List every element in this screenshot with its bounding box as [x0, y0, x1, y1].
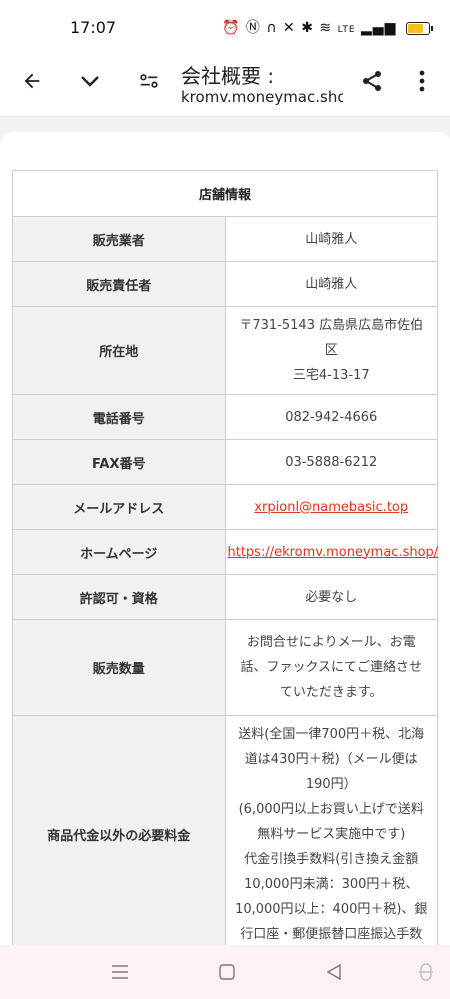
page-content: 店舗情報 販売業者 山崎雅人 販売責任者 山崎雅人 所在地 〒731-5143 …	[0, 117, 450, 945]
row-label: メールアドレス	[12, 484, 226, 530]
row-label: 販売責任者	[12, 261, 226, 307]
row-label: FAX番号	[12, 439, 226, 485]
email-cell: xrpionl@namebasic.top	[224, 484, 438, 530]
row-label: 電話番号	[12, 394, 226, 440]
row-label: 所在地	[12, 306, 226, 395]
row-value: お問合せによりメール、お電 話、ファックスにてご連絡させ ていただきます。	[224, 619, 438, 716]
status-icons: ⏰ Ⓝ ∩ ✕ ✱ ≋ LTE ▂▄▆	[222, 17, 433, 37]
row-value: 山崎雅人	[224, 216, 438, 262]
recents-icon[interactable]	[107, 959, 133, 985]
chevron-down-icon[interactable]	[73, 64, 107, 98]
table-row: ホームページ https://ekromv.moneymac.shop/	[12, 529, 439, 575]
row-value: 082-942-4666	[224, 394, 438, 440]
row-label: 許認可・資格	[12, 574, 226, 620]
more-options-icon[interactable]	[405, 64, 439, 98]
homepage-cell: https://ekromv.moneymac.shop/	[224, 529, 439, 575]
email-link[interactable]: xrpionl@namebasic.top	[254, 500, 408, 515]
table-row: 販売数量 お問合せによりメール、お電 話、ファックスにてご連絡させ ていただきま…	[12, 619, 438, 716]
table-row: 所在地 〒731-5143 広島県広島市佐伯区 三宅4-13-17	[12, 306, 438, 395]
table-row: FAX番号 03-5888-6212	[12, 439, 438, 485]
system-nav-bar	[0, 945, 450, 999]
status-time: 17:07	[70, 18, 117, 37]
wifi-icon: ≋	[319, 20, 333, 36]
status-bar: 17:07 ⏰ Ⓝ ∩ ✕ ✱ ≋ LTE ▂▄▆	[0, 0, 450, 50]
row-label: ホームページ	[12, 529, 226, 575]
table-row: 許認可・資格 必要なし	[12, 574, 438, 620]
table-row: メールアドレス xrpionl@namebasic.top	[12, 484, 438, 530]
row-label: 販売業者	[12, 216, 226, 262]
alarm-icon: ⏰	[222, 20, 241, 36]
headset-icon: ∩	[266, 20, 278, 36]
table-row: 電話番号 082-942-4666	[12, 394, 438, 440]
assistant-icon[interactable]	[413, 959, 439, 985]
volte-icon: LTE	[337, 25, 356, 35]
battery-icon	[405, 21, 433, 35]
share-icon[interactable]	[355, 64, 389, 98]
table-row: 販売責任者 山崎雅人	[12, 261, 438, 307]
nfc-icon: Ⓝ	[245, 20, 261, 36]
table-header: 店舗情報	[12, 170, 438, 217]
row-value: 送料(全国一律700円＋税、北海 道は430円＋税)（メール便は 190円） (…	[224, 715, 438, 945]
table-row: 販売業者 山崎雅人	[12, 216, 438, 262]
signal-icon: ▂▄▆	[361, 20, 397, 36]
back-arrow-icon[interactable]	[15, 64, 49, 98]
home-icon[interactable]	[214, 959, 240, 985]
browser-toolbar: 会社概要 : kromv.moneymac.shop	[0, 50, 450, 116]
page-url[interactable]: kromv.moneymac.shop	[181, 88, 343, 106]
row-label: 商品代金以外の必要料金	[12, 715, 226, 945]
back-icon[interactable]	[321, 959, 347, 985]
row-value: 必要なし	[224, 574, 438, 620]
shop-info-table: 店舗情報 販売業者 山崎雅人 販売責任者 山崎雅人 所在地 〒731-5143 …	[12, 170, 438, 945]
mute-icon: ✕	[283, 20, 296, 36]
row-label: 販売数量	[12, 619, 226, 716]
page-title: 会社概要 :	[181, 64, 275, 88]
bluetooth-icon: ✱	[301, 20, 314, 36]
homepage-link[interactable]: https://ekromv.moneymac.shop/	[228, 545, 439, 560]
content-card: 店舗情報 販売業者 山崎雅人 販売責任者 山崎雅人 所在地 〒731-5143 …	[0, 132, 450, 945]
row-value: 〒731-5143 広島県広島市佐伯区 三宅4-13-17	[224, 306, 438, 395]
table-row: 商品代金以外の必要料金 送料(全国一律700円＋税、北海 道は430円＋税)（メ…	[12, 715, 438, 945]
row-value: 03-5888-6212	[224, 439, 438, 485]
row-value: 山崎雅人	[224, 261, 438, 307]
page-info-icon[interactable]	[132, 64, 166, 98]
